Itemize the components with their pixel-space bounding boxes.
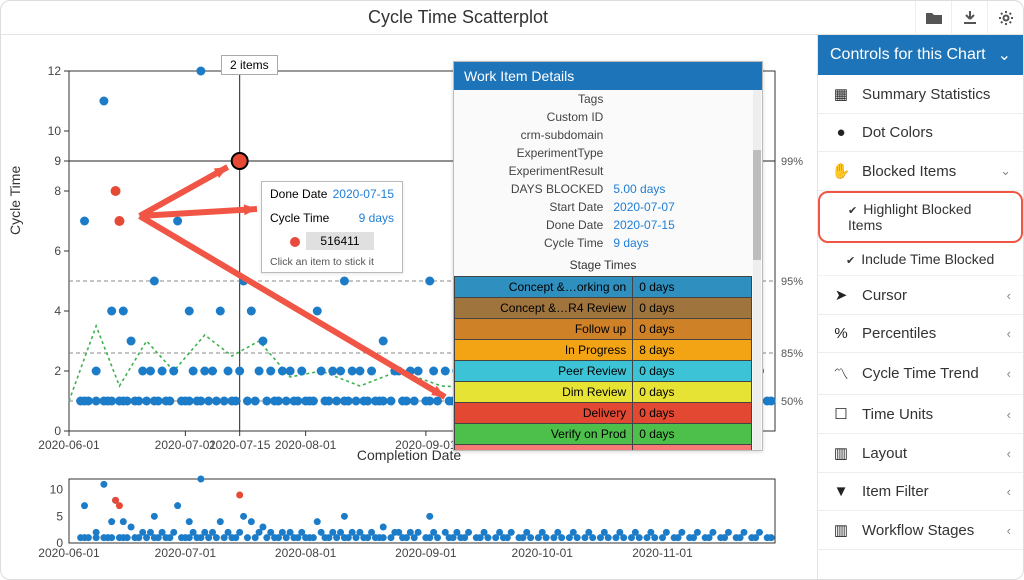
- tooltip-done-value: 2020-07-15: [333, 187, 394, 201]
- layout-icon: ▥: [832, 444, 850, 462]
- ctl-label: Percentiles: [862, 325, 936, 342]
- svg-text:2020-09-01: 2020-09-01: [395, 546, 457, 560]
- ctl-label: Item Filter: [862, 483, 929, 500]
- chevron-left-icon: ‹: [1007, 446, 1011, 461]
- chevron-left-icon: ‹: [1007, 326, 1011, 341]
- page-title: Cycle Time Scatterplot: [1, 7, 915, 28]
- tooltip-item-id: 516411: [306, 232, 373, 250]
- svg-text:10: 10: [50, 483, 64, 497]
- dot-icon: ●: [832, 124, 850, 141]
- stage-times-table: Concept &…orking on0 daysConcept &…R4 Re…: [454, 276, 752, 450]
- chevron-down-icon: ⌄: [1000, 163, 1011, 179]
- ctl-blocked-items[interactable]: ✋ Blocked Items ⌄: [818, 152, 1023, 191]
- controls-panel-header[interactable]: Controls for this Chart ⌄: [818, 35, 1023, 75]
- chevron-left-icon: ‹: [1007, 407, 1011, 422]
- svg-text:2020-08-01: 2020-08-01: [275, 546, 337, 560]
- chevron-down-icon: ⌄: [998, 45, 1011, 65]
- scrollbar[interactable]: [753, 90, 761, 450]
- ctl-label: Dot Colors: [862, 124, 933, 141]
- red-dot-icon: [290, 237, 300, 247]
- ctl-label: Cycle Time Trend: [862, 365, 979, 382]
- ctl-highlight-blocked[interactable]: Highlight Blocked Items: [818, 191, 1023, 243]
- svg-text:5: 5: [56, 509, 63, 523]
- ctl-label: Include Time Blocked: [861, 251, 994, 267]
- ctl-summary-statistics[interactable]: ▦ Summary Statistics: [818, 75, 1023, 114]
- gear-icon[interactable]: [987, 1, 1023, 35]
- download-icon[interactable]: [951, 1, 987, 35]
- scrollbar-thumb[interactable]: [753, 150, 761, 260]
- ctl-label: Highlight Blocked Items: [848, 201, 971, 233]
- trend-icon: 〽: [832, 363, 850, 384]
- cursor-icon: ➤: [832, 286, 850, 304]
- calendar-icon: ☐: [832, 405, 850, 423]
- controls-panel-title: Controls for this Chart: [830, 46, 986, 64]
- chevron-left-icon: ‹: [1007, 484, 1011, 499]
- svg-text:2020-06-01: 2020-06-01: [38, 546, 100, 560]
- svg-text:8: 8: [54, 184, 61, 198]
- tooltip-cycle-value: 9 days: [359, 211, 394, 225]
- ctl-label: Summary Statistics: [862, 86, 990, 103]
- svg-text:0: 0: [54, 424, 61, 438]
- folder-icon[interactable]: [915, 1, 951, 35]
- chevron-left-icon: ‹: [1007, 288, 1011, 303]
- svg-text:6: 6: [54, 244, 61, 258]
- svg-text:50%: 50%: [781, 396, 803, 408]
- svg-text:4: 4: [54, 304, 61, 318]
- svg-text:2020-11-01: 2020-11-01: [632, 546, 693, 560]
- work-item-details-panel: Work Item Details TagsCustom IDcrm-subdo…: [453, 61, 763, 451]
- svg-text:2020-10-01: 2020-10-01: [512, 546, 574, 560]
- mini-scatter-plot[interactable]: 05102020-06-012020-07-012020-08-012020-0…: [5, 473, 813, 563]
- ctl-time-units[interactable]: ☐ Time Units ‹: [818, 395, 1023, 434]
- svg-text:85%: 85%: [781, 348, 803, 360]
- main-scatter-plot[interactable]: 02468910122020-06-012020-07-012020-07-15…: [5, 41, 813, 471]
- ctl-include-blocked[interactable]: Include Time Blocked: [818, 243, 1023, 276]
- chevron-left-icon: ‹: [1007, 523, 1011, 538]
- filter-icon: ▼: [832, 483, 850, 500]
- percent-icon: %: [832, 325, 850, 342]
- ctl-layout[interactable]: ▥ Layout ‹: [818, 434, 1023, 473]
- chevron-left-icon: ‹: [1007, 366, 1011, 381]
- svg-text:95%: 95%: [781, 276, 803, 288]
- tooltip-hint: Click an item to stick it: [262, 252, 402, 272]
- tooltip-cycle-key: Cycle Time: [270, 211, 329, 225]
- point-tooltip: Done Date 2020-07-15 Cycle Time 9 days 516…: [261, 181, 403, 273]
- ctl-label: Workflow Stages: [862, 522, 974, 539]
- ctl-label: Cursor: [862, 287, 907, 304]
- svg-text:2020-07-01: 2020-07-01: [155, 546, 217, 560]
- grid-icon: ▦: [832, 85, 850, 103]
- columns-icon: ▥: [832, 521, 850, 539]
- svg-text:9: 9: [54, 154, 61, 168]
- tooltip-item[interactable]: 516411: [262, 230, 402, 252]
- ctl-workflow-stages[interactable]: ▥ Workflow Stages ‹: [818, 511, 1023, 550]
- stage-times-heading: Stage Times: [454, 252, 752, 274]
- ctl-label: Blocked Items: [862, 163, 956, 180]
- ctl-item-filter[interactable]: ▼ Item Filter ‹: [818, 473, 1023, 511]
- svg-text:2: 2: [54, 364, 61, 378]
- tooltip-done-key: Done Date: [270, 187, 327, 201]
- ctl-dot-colors[interactable]: ● Dot Colors: [818, 114, 1023, 152]
- svg-text:99%: 99%: [781, 156, 803, 168]
- hand-icon: ✋: [832, 162, 850, 180]
- ctl-percentiles[interactable]: % Percentiles ‹: [818, 315, 1023, 353]
- ctl-cursor[interactable]: ➤ Cursor ‹: [818, 276, 1023, 315]
- svg-text:10: 10: [48, 124, 62, 138]
- controls-panel: Controls for this Chart ⌄ ▦ Summary Stati…: [817, 35, 1023, 579]
- ctl-trend[interactable]: 〽 Cycle Time Trend ‹: [818, 353, 1023, 395]
- hover-count-badge: 2 items: [221, 55, 278, 75]
- svg-text:12: 12: [48, 64, 62, 78]
- ctl-label: Layout: [862, 445, 907, 462]
- work-item-details-title: Work Item Details: [454, 62, 762, 90]
- ctl-label: Time Units: [862, 406, 933, 423]
- x-axis-label: Completion Date: [1, 447, 817, 463]
